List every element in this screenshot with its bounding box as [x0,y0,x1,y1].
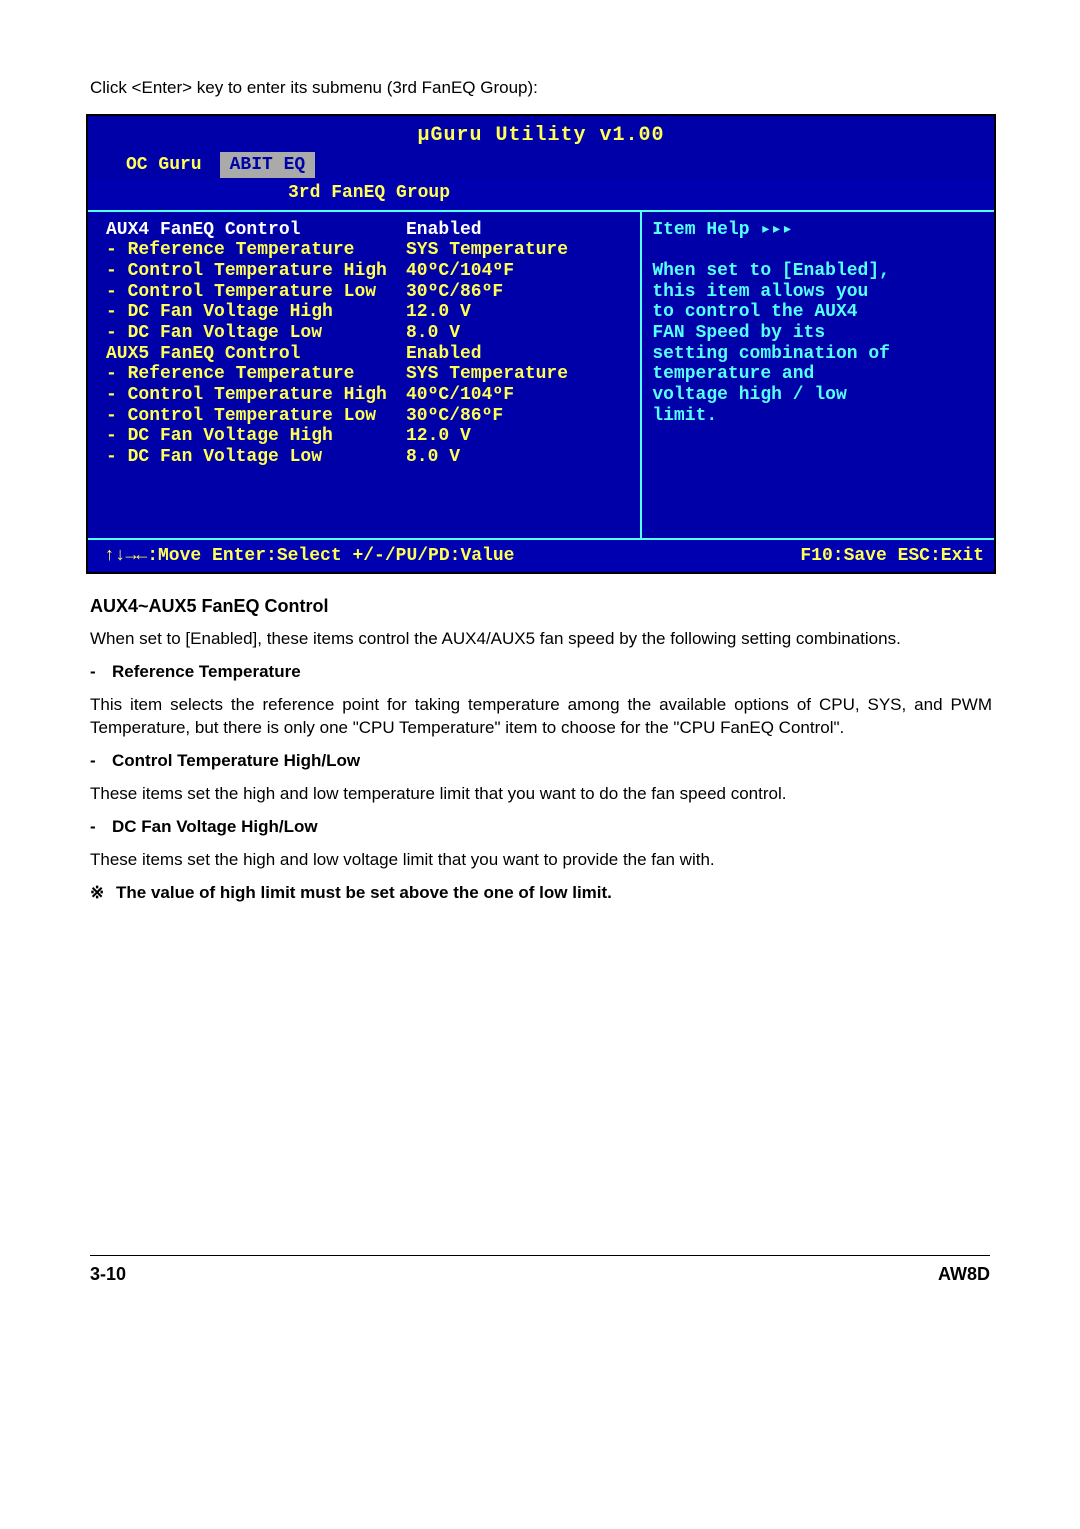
bios-setting-row: - Reference TemperatureSYS Temperature [106,240,630,261]
bios-setting-label: - Reference Temperature [106,240,406,261]
bios-setting-value: 12.0 V [406,426,630,447]
bios-setting-label: - Control Temperature High [106,261,406,282]
bios-item-help: Item Help ▸▸▸ When set to [Enabled],this… [642,212,994,538]
bios-setting-row: AUX4 FanEQ ControlEnabled [106,220,630,241]
bios-footer: ↑↓→←:Move Enter:Select +/-/PU/PD:Value F… [88,540,994,572]
bios-setting-value: 12.0 V [406,302,630,323]
bios-help-title: Item Help ▸▸▸ [652,220,980,241]
bios-setting-label: AUX5 FanEQ Control [106,344,406,365]
subheading-ref-temp: -Reference Temperature [90,661,992,684]
bios-setting-row: - DC Fan Voltage Low8.0 V [106,447,630,468]
bios-setting-row: - Control Temperature Low30ºC/86ºF [106,406,630,427]
bios-setting-row: - DC Fan Voltage High12.0 V [106,302,630,323]
bios-setting-value: Enabled [406,344,630,365]
bios-setting-label: - DC Fan Voltage High [106,426,406,447]
bios-help-line: to control the AUX4 [652,302,980,323]
bios-setting-label: AUX4 FanEQ Control [106,220,406,241]
bios-screenshot: μGuru Utility v1.00 OC Guru ABIT EQ 3rd … [86,114,996,574]
para-aux-control: When set to [Enabled], these items contr… [90,628,992,651]
bios-help-line [652,240,980,261]
heading-aux-control: AUX4~AUX5 FanEQ Control [90,594,992,618]
bios-footer-right: F10:Save ESC:Exit [800,544,984,568]
bios-setting-label: - DC Fan Voltage Low [106,323,406,344]
subheading-dc-voltage: -DC Fan Voltage High/Low [90,816,992,839]
bios-setting-value: 30ºC/86ºF [406,406,630,427]
note-limit: ※The value of high limit must be set abo… [90,882,992,905]
subheading-ctrl-temp: -Control Temperature High/Low [90,750,992,773]
bios-setting-row: AUX5 FanEQ ControlEnabled [106,344,630,365]
intro-text: Click <Enter> key to enter its submenu (… [90,77,992,100]
bios-setting-row: - Control Temperature Low30ºC/86ºF [106,282,630,303]
bios-setting-label: - DC Fan Voltage High [106,302,406,323]
bios-setting-value: Enabled [406,220,630,241]
bios-title: μGuru Utility v1.00 [88,116,994,151]
bios-tab-abiteq: ABIT EQ [220,152,316,178]
bios-setting-value: 30ºC/86ºF [406,282,630,303]
bios-footer-left: ↑↓→←:Move Enter:Select +/-/PU/PD:Value [104,544,514,568]
bios-settings-list: AUX4 FanEQ ControlEnabled- Reference Tem… [88,212,642,538]
bios-setting-row: - Control Temperature High40ºC/104ºF [106,385,630,406]
bios-setting-value: 40ºC/104ºF [406,385,630,406]
para-dc-voltage: These items set the high and low voltage… [90,849,992,872]
bios-setting-label: - Control Temperature Low [106,282,406,303]
bios-setting-value: 8.0 V [406,323,630,344]
bios-setting-label: - DC Fan Voltage Low [106,447,406,468]
bios-setting-row: - DC Fan Voltage Low8.0 V [106,323,630,344]
bios-help-line: FAN Speed by its [652,323,980,344]
bios-help-line: this item allows you [652,282,980,303]
bios-tab-ocguru: OC Guru [118,151,210,179]
bios-help-line: setting combination of [652,344,980,365]
bios-setting-label: - Reference Temperature [106,364,406,385]
bios-help-line: voltage high / low [652,385,980,406]
bios-setting-value: 40ºC/104ºF [406,261,630,282]
para-ctrl-temp: These items set the high and low tempera… [90,783,992,806]
bios-setting-value: SYS Temperature [406,364,630,385]
bios-setting-label: - Control Temperature Low [106,406,406,427]
bios-setting-row: - Control Temperature High40ºC/104ºF [106,261,630,282]
footer-page-number: 3-10 [90,1262,126,1286]
bios-setting-value: 8.0 V [406,447,630,468]
bios-help-line: limit. [652,406,980,427]
bios-setting-row: - Reference TemperatureSYS Temperature [106,364,630,385]
bios-help-line: When set to [Enabled], [652,261,980,282]
bios-setting-value: SYS Temperature [406,240,630,261]
page-footer: 3-10 AW8D [90,1255,990,1316]
bios-setting-row: - DC Fan Voltage High12.0 V [106,426,630,447]
bios-help-line: temperature and [652,364,980,385]
bios-setting-label: - Control Temperature High [106,385,406,406]
footer-model: AW8D [938,1262,990,1286]
para-ref-temp: This item selects the reference point fo… [90,694,992,740]
bios-sub-header: 3rd FanEQ Group [288,183,450,203]
